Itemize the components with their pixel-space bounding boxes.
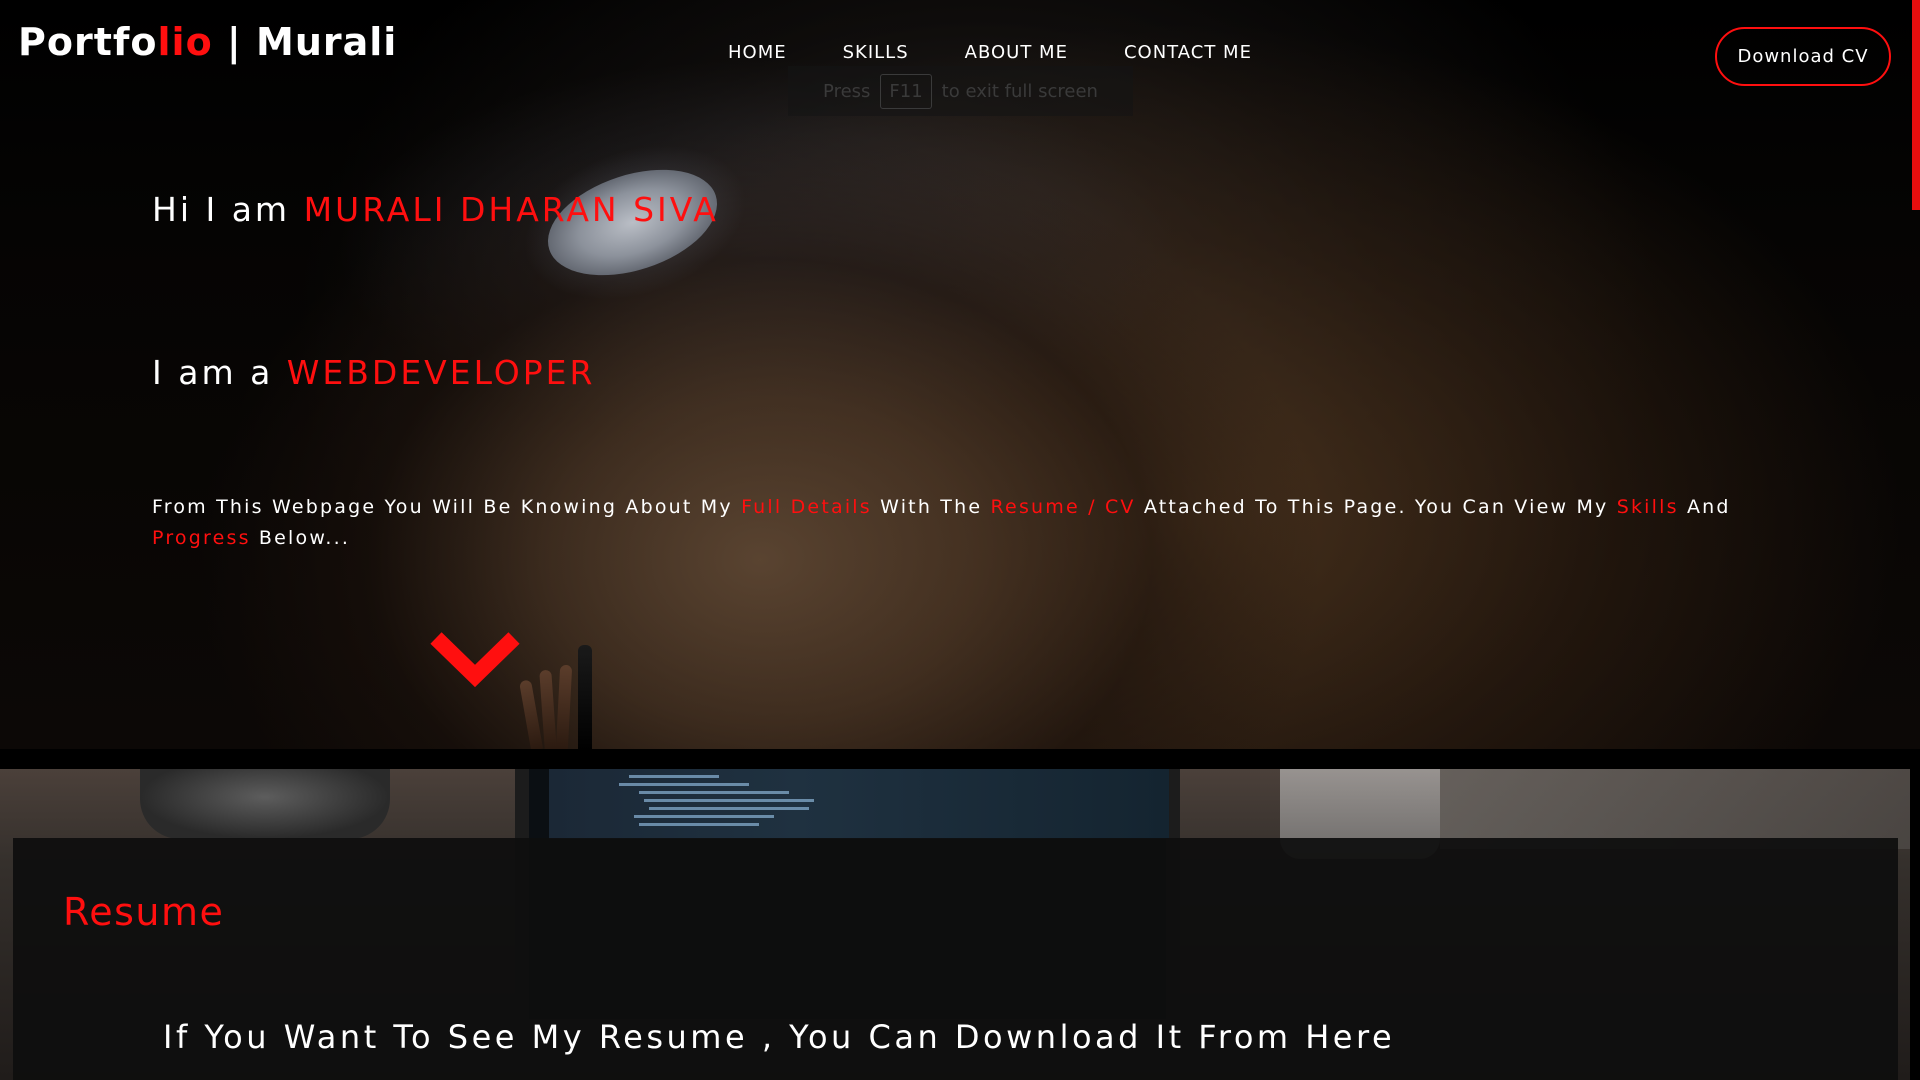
nav-about-me[interactable]: ABOUT ME — [965, 42, 1068, 63]
scrollbar-thumb[interactable] — [1912, 0, 1920, 210]
site-logo[interactable]: Portfolio | Murali — [18, 20, 397, 64]
intro-text-5: Below... — [250, 527, 351, 549]
download-cv-button[interactable]: Download CV — [1715, 27, 1891, 86]
chevron-down-icon[interactable] — [430, 628, 520, 690]
intro-text-3: Attached To This Page. You Can View My — [1135, 496, 1617, 518]
intro-highlight-skills: Skills — [1616, 496, 1679, 518]
nav-home[interactable]: HOME — [728, 42, 787, 63]
monitor-screen — [549, 769, 1169, 839]
role-line: I am a WEBDEVELOPER — [152, 353, 595, 392]
intro-text-1: From This Webpage You Will Be Knowing Ab… — [152, 496, 742, 518]
intro-highlight-resume: Resume / CV — [990, 496, 1136, 518]
greeting-prefix: Hi I am — [152, 190, 304, 229]
nav-skills[interactable]: SKILLS — [843, 42, 909, 63]
role-prefix: I am a — [152, 353, 287, 392]
desk-lamp-image — [140, 769, 390, 839]
fullscreen-hint-key: F11 — [880, 73, 932, 109]
resume-section: Resume If You Want To See My Resume , Yo… — [13, 838, 1898, 1080]
greeting-line: Hi I am MURALI DHARAN SIVA — [152, 190, 719, 229]
resume-description: If You Want To See My Resume , You Can D… — [163, 1018, 1396, 1056]
intro-text-2: With The — [871, 496, 991, 518]
logo-text-part2: lio — [157, 20, 213, 64]
nav-contact-me[interactable]: CONTACT ME — [1124, 42, 1252, 63]
hero-name: MURALI DHARAN SIVA — [303, 190, 719, 229]
intro-highlight-progress: Progress — [152, 527, 251, 549]
logo-text-part3: | Murali — [212, 20, 398, 64]
intro-text-4: And — [1678, 496, 1731, 518]
fullscreen-hint-before: Press — [823, 80, 871, 102]
intro-paragraph: From This Webpage You Will Be Knowing Ab… — [152, 492, 1802, 554]
fullscreen-hint: Press F11 to exit full screen — [788, 66, 1133, 116]
resume-title: Resume — [63, 890, 225, 934]
desk-right-image — [1440, 769, 1910, 849]
nav-links: HOME SKILLS ABOUT ME CONTACT ME — [728, 42, 1252, 63]
hero-role: WEBDEVELOPER — [286, 353, 596, 392]
logo-text-part1: Portfo — [18, 20, 158, 64]
fullscreen-hint-after: to exit full screen — [941, 80, 1098, 102]
pen-holder-image — [519, 640, 615, 749]
intro-highlight-full-details: Full Details — [741, 496, 872, 518]
